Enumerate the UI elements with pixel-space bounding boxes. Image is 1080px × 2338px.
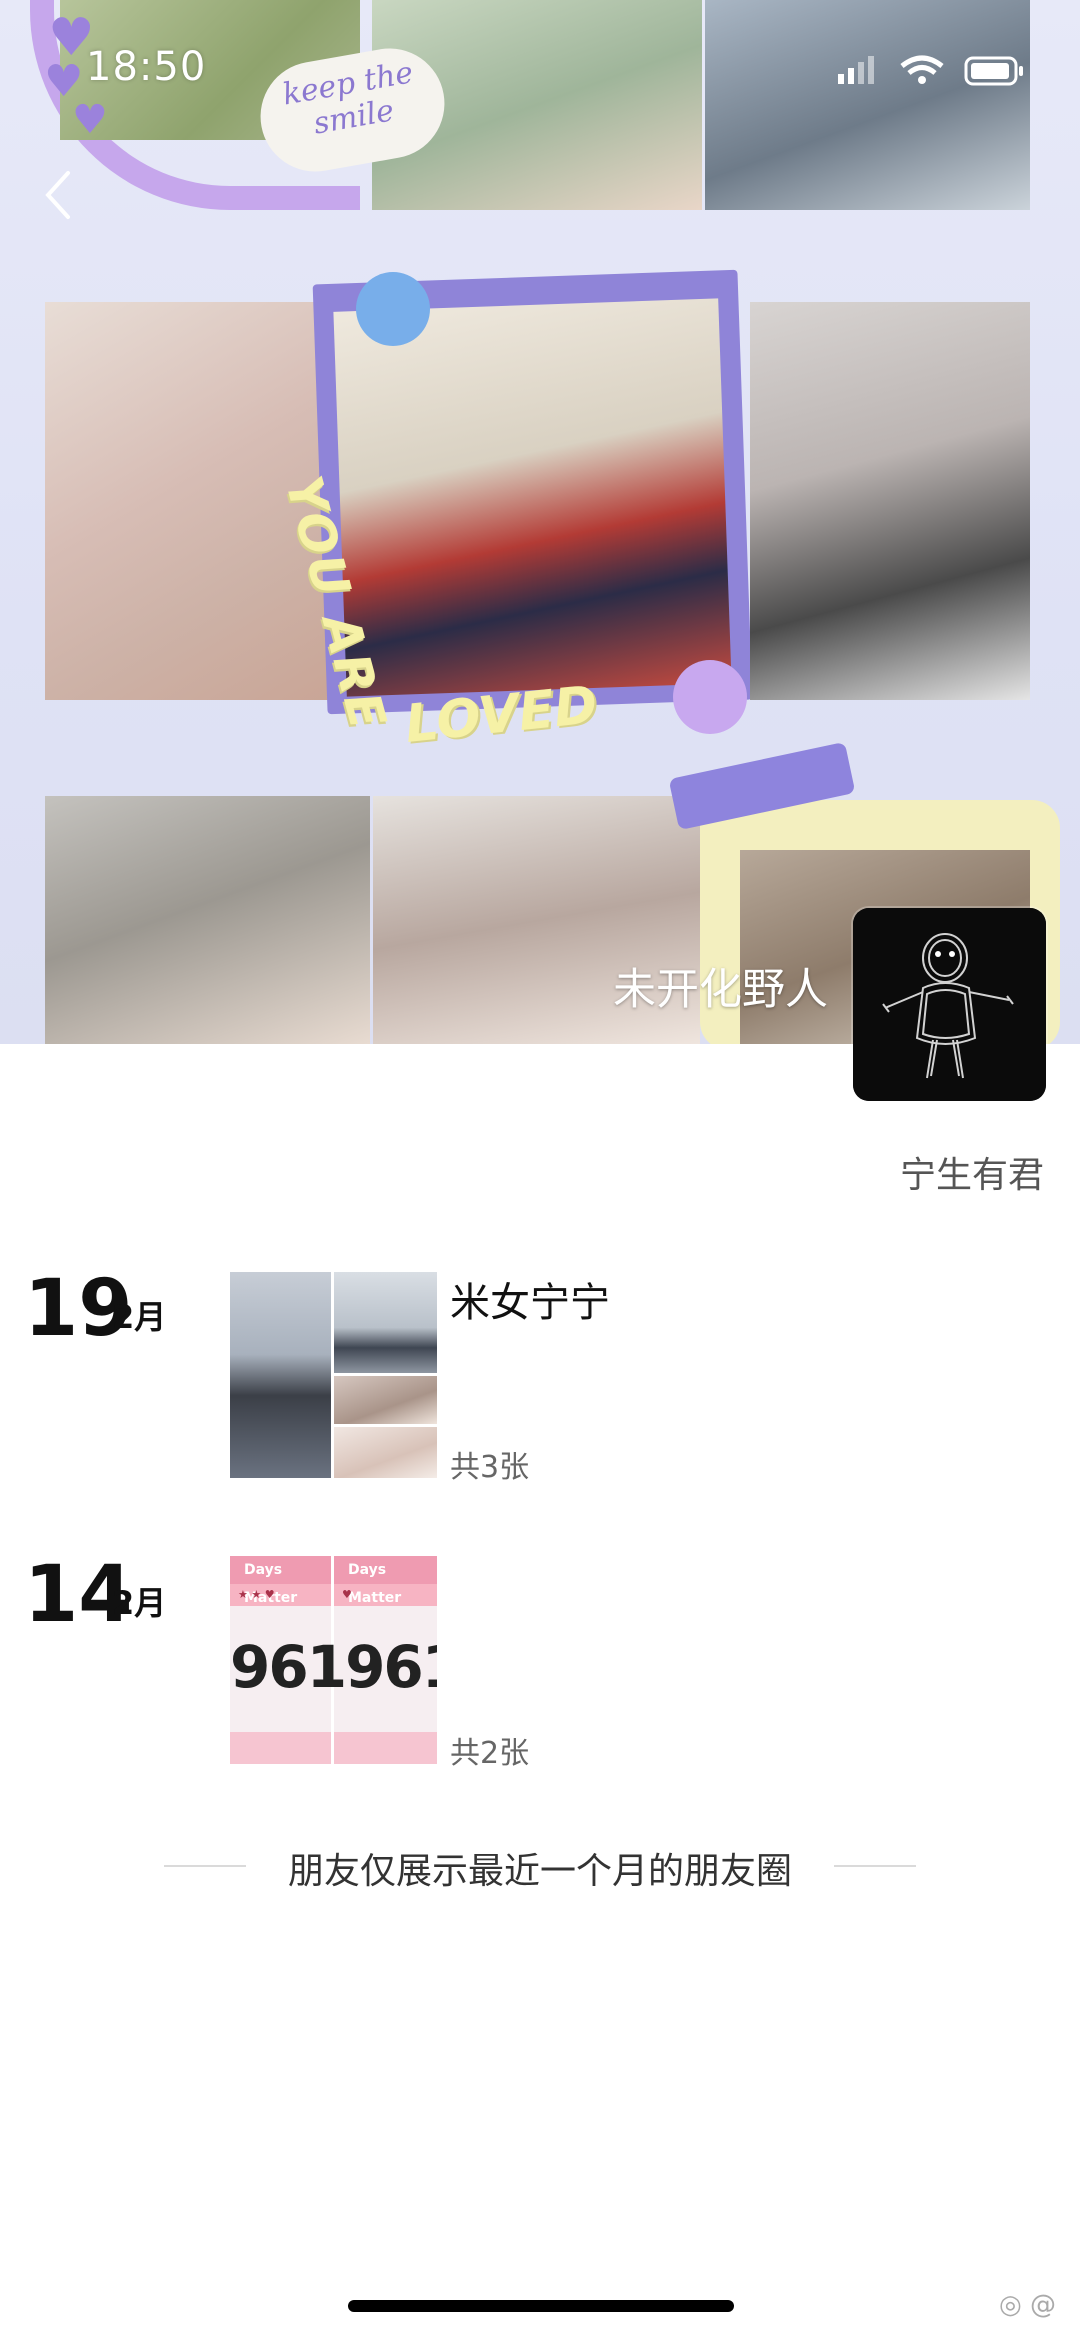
post-month: 2月 bbox=[112, 1584, 167, 1622]
sticker-text: keep the smile bbox=[280, 55, 416, 142]
visibility-notice: 朋友仅展示最近一个月的朋友圈 bbox=[287, 1851, 792, 1892]
post-thumbnail bbox=[230, 1272, 331, 1478]
status-time: 18:50 bbox=[86, 44, 207, 90]
weibo-icon: ◎ bbox=[999, 2290, 1022, 2320]
feed-post[interactable]: 19 2月 米女宁宁 共3张 bbox=[0, 1270, 1080, 1490]
cover-photo bbox=[750, 302, 1030, 700]
decorative-circle bbox=[673, 660, 747, 734]
post-month: 2月 bbox=[112, 1298, 167, 1336]
post-thumbnail bbox=[334, 1376, 437, 1424]
thumbnail-card-title: Days Matter bbox=[230, 1556, 331, 1606]
post-text: 米女宁宁 bbox=[450, 1280, 610, 1326]
watermark: ◎ @ bbox=[999, 2290, 1056, 2320]
profile-nickname: 未开化野人 bbox=[613, 965, 828, 1015]
home-indicator[interactable] bbox=[348, 2300, 734, 2312]
cover-image[interactable]: ♥ ♥ ♥ keep the smile YOU ARE LOVED bbox=[0, 0, 1080, 1044]
signal-wifi-battery-icon bbox=[838, 55, 1023, 86]
post-thumbnail bbox=[334, 1272, 437, 1373]
feed-post[interactable]: 14 2月 Days Matter ★ ★ ♥ Days Matter ♥ 96… bbox=[0, 1556, 1080, 1776]
status-icons bbox=[830, 52, 1030, 88]
avatar[interactable] bbox=[853, 908, 1046, 1101]
cover-photo bbox=[333, 298, 732, 697]
back-button[interactable] bbox=[40, 165, 80, 225]
thumbnail-card-footer bbox=[230, 1732, 331, 1764]
post-thumbnail bbox=[334, 1427, 437, 1478]
thumbnail-card-number: 961961 bbox=[230, 1630, 437, 1704]
chevron-left-icon bbox=[45, 171, 70, 219]
decorative-circle bbox=[356, 272, 430, 346]
watermark-text: @ bbox=[1030, 2290, 1056, 2320]
cover-photo bbox=[45, 796, 370, 1044]
thumbnail-card-title: Days Matter bbox=[334, 1556, 437, 1606]
avatar-figure-icon bbox=[853, 908, 1046, 1101]
heart-icon: ♥ bbox=[72, 97, 108, 143]
thumbnail-card-footer bbox=[334, 1732, 437, 1764]
card-number-text: 961961 bbox=[230, 1633, 437, 1701]
post-image-count: 共3张 bbox=[450, 1450, 530, 1485]
cover-photo bbox=[705, 0, 1030, 210]
profile-signature: 宁生有君 bbox=[899, 1155, 1044, 1196]
post-image-count: 共2张 bbox=[450, 1736, 530, 1771]
